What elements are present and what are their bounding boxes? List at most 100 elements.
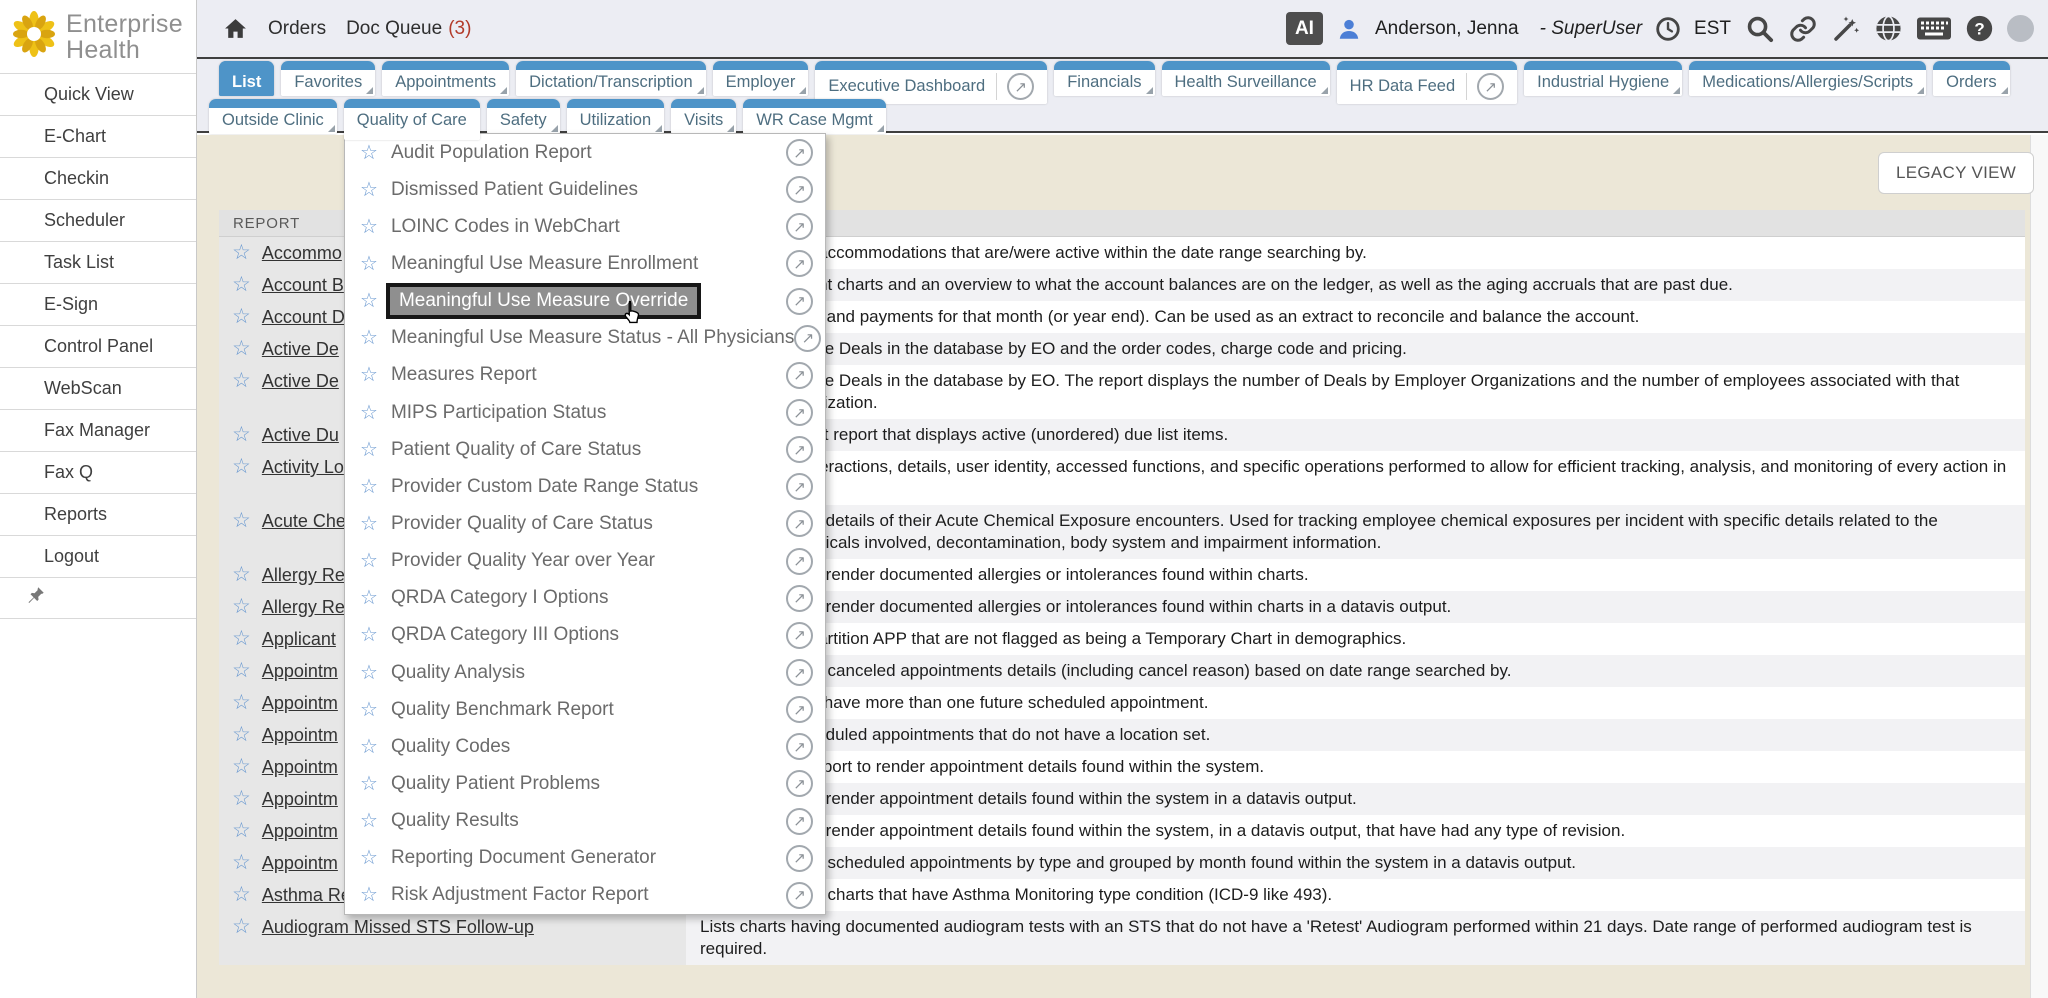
menu-item-loinc-codes-in-webchart[interactable]: ☆LOINC Codes in WebChart↗ bbox=[345, 208, 825, 245]
ai-badge[interactable]: AI bbox=[1286, 12, 1323, 45]
favorite-star-icon[interactable]: ☆ bbox=[232, 370, 251, 414]
menu-item-risk-adjustment-factor-report[interactable]: ☆Risk Adjustment Factor Report↗ bbox=[345, 877, 825, 914]
keyboard-icon[interactable] bbox=[1916, 15, 1952, 42]
favorite-star-icon[interactable]: ☆ bbox=[360, 179, 378, 201]
tab-favorites[interactable]: Favorites bbox=[281, 61, 375, 96]
report-link-accommo[interactable]: Accommo bbox=[262, 242, 342, 264]
report-link-account-d[interactable]: Account D bbox=[262, 306, 345, 328]
search-icon[interactable] bbox=[1744, 13, 1775, 44]
favorite-star-icon[interactable]: ☆ bbox=[232, 338, 251, 360]
favorite-star-icon[interactable]: ☆ bbox=[232, 820, 251, 842]
menu-item-quality-results[interactable]: ☆Quality Results↗ bbox=[345, 803, 825, 840]
menu-item-meaningful-use-measure-override[interactable]: ☆Meaningful Use Measure Override↗ bbox=[345, 283, 825, 320]
favorite-star-icon[interactable]: ☆ bbox=[360, 662, 378, 684]
tab-employer[interactable]: Employer bbox=[713, 61, 809, 96]
tab-list[interactable]: List bbox=[219, 61, 274, 96]
favorite-star-icon[interactable]: ☆ bbox=[360, 216, 378, 238]
open-report-icon[interactable]: ↗ bbox=[786, 845, 813, 872]
report-link-appointm[interactable]: Appointm bbox=[262, 724, 338, 746]
sidebar-item-quick-view[interactable]: Quick View bbox=[0, 73, 196, 115]
favorite-star-icon[interactable]: ☆ bbox=[360, 327, 378, 349]
report-link-appointm[interactable]: Appointm bbox=[262, 788, 338, 810]
breadcrumb-orders[interactable]: Orders bbox=[268, 18, 326, 40]
favorite-star-icon[interactable]: ☆ bbox=[232, 884, 251, 906]
report-link-appointm[interactable]: Appointm bbox=[262, 756, 338, 778]
sidebar-item-scheduler[interactable]: Scheduler bbox=[0, 199, 196, 241]
open-new-window-icon[interactable]: ↗ bbox=[1477, 73, 1504, 100]
menu-item-quality-codes[interactable]: ☆Quality Codes↗ bbox=[345, 728, 825, 765]
sidebar-item-fax-manager[interactable]: Fax Manager bbox=[0, 409, 196, 451]
open-report-icon[interactable]: ↗ bbox=[786, 213, 813, 240]
open-report-icon[interactable]: ↗ bbox=[786, 770, 813, 797]
tab-visits[interactable]: Visits bbox=[671, 99, 736, 134]
globe-icon[interactable] bbox=[1874, 14, 1903, 43]
favorite-star-icon[interactable]: ☆ bbox=[232, 628, 251, 650]
open-report-icon[interactable]: ↗ bbox=[786, 622, 813, 649]
favorite-star-icon[interactable]: ☆ bbox=[232, 564, 251, 586]
report-link-active-de[interactable]: Active De bbox=[262, 338, 339, 360]
open-report-icon[interactable]: ↗ bbox=[786, 362, 813, 389]
menu-item-patient-quality-of-care-status[interactable]: ☆Patient Quality of Care Status↗ bbox=[345, 431, 825, 468]
link-icon[interactable] bbox=[1788, 14, 1818, 44]
open-report-icon[interactable]: ↗ bbox=[786, 473, 813, 500]
favorite-star-icon[interactable]: ☆ bbox=[360, 884, 378, 906]
open-report-icon[interactable]: ↗ bbox=[786, 399, 813, 426]
favorite-star-icon[interactable]: ☆ bbox=[360, 253, 378, 275]
report-link-appointm[interactable]: Appointm bbox=[262, 852, 338, 874]
sidebar-item-fax-q[interactable]: Fax Q bbox=[0, 451, 196, 493]
open-new-window-icon[interactable]: ↗ bbox=[1007, 73, 1034, 100]
favorite-star-icon[interactable]: ☆ bbox=[360, 810, 378, 832]
favorite-star-icon[interactable]: ☆ bbox=[232, 724, 251, 746]
legacy-view-button[interactable]: LEGACY VIEW bbox=[1878, 152, 2034, 194]
menu-item-meaningful-use-measure-status-all-physicians[interactable]: ☆Meaningful Use Measure Status - All Phy… bbox=[345, 320, 825, 357]
report-link-activity-lo[interactable]: Activity Lo bbox=[262, 456, 344, 500]
tab-safety[interactable]: Safety bbox=[487, 99, 560, 134]
menu-item-mips-participation-status[interactable]: ☆MIPS Participation Status↗ bbox=[345, 394, 825, 431]
favorite-star-icon[interactable]: ☆ bbox=[360, 773, 378, 795]
tab-industrial-hygiene[interactable]: Industrial Hygiene bbox=[1524, 61, 1682, 96]
report-link-appointm[interactable]: Appointm bbox=[262, 660, 338, 682]
open-report-icon[interactable]: ↗ bbox=[786, 659, 813, 686]
menu-item-quality-benchmark-report[interactable]: ☆Quality Benchmark Report↗ bbox=[345, 691, 825, 728]
scrollbar-track[interactable] bbox=[2030, 135, 2048, 998]
favorite-star-icon[interactable]: ☆ bbox=[232, 242, 251, 264]
menu-item-dismissed-patient-guidelines[interactable]: ☆Dismissed Patient Guidelines↗ bbox=[345, 171, 825, 208]
sidebar-item-control-panel[interactable]: Control Panel bbox=[0, 325, 196, 367]
open-report-icon[interactable]: ↗ bbox=[786, 548, 813, 575]
open-report-icon[interactable]: ↗ bbox=[786, 733, 813, 760]
favorite-star-icon[interactable]: ☆ bbox=[232, 510, 251, 554]
magic-wand-icon[interactable] bbox=[1831, 14, 1861, 44]
favorite-star-icon[interactable]: ☆ bbox=[360, 736, 378, 758]
report-link-account-b[interactable]: Account B bbox=[262, 274, 344, 296]
tab-orders[interactable]: Orders bbox=[1933, 61, 2009, 96]
open-report-icon[interactable]: ↗ bbox=[786, 585, 813, 612]
favorite-star-icon[interactable]: ☆ bbox=[232, 756, 251, 778]
open-report-icon[interactable]: ↗ bbox=[794, 325, 821, 352]
open-report-icon[interactable]: ↗ bbox=[786, 882, 813, 909]
open-report-icon[interactable]: ↗ bbox=[786, 139, 813, 166]
tab-wr-case-mgmt[interactable]: WR Case Mgmt bbox=[743, 99, 885, 134]
favorite-star-icon[interactable]: ☆ bbox=[232, 692, 251, 714]
favorite-star-icon[interactable]: ☆ bbox=[360, 439, 378, 461]
menu-item-qrda-category-iii-options[interactable]: ☆QRDA Category III Options↗ bbox=[345, 617, 825, 654]
open-report-icon[interactable]: ↗ bbox=[786, 696, 813, 723]
open-report-icon[interactable]: ↗ bbox=[786, 250, 813, 277]
favorite-star-icon[interactable]: ☆ bbox=[360, 364, 378, 386]
favorite-star-icon[interactable]: ☆ bbox=[360, 476, 378, 498]
tab-health-surveillance[interactable]: Health Surveillance bbox=[1162, 61, 1330, 96]
breadcrumb-doc-queue[interactable]: Doc Queue(3) bbox=[346, 18, 471, 40]
menu-item-meaningful-use-measure-enrollment[interactable]: ☆Meaningful Use Measure Enrollment↗ bbox=[345, 245, 825, 282]
menu-item-provider-custom-date-range-status[interactable]: ☆Provider Custom Date Range Status↗ bbox=[345, 468, 825, 505]
report-link-allergy-re[interactable]: Allergy Re bbox=[262, 564, 345, 586]
favorite-star-icon[interactable]: ☆ bbox=[232, 596, 251, 618]
tab-financials[interactable]: Financials bbox=[1054, 61, 1154, 96]
favorite-star-icon[interactable]: ☆ bbox=[232, 456, 251, 500]
help-icon[interactable]: ? bbox=[1965, 14, 1994, 43]
tab-hr-data-feed[interactable]: HR Data Feed↗ bbox=[1337, 61, 1517, 104]
sidebar-item-e-chart[interactable]: E-Chart bbox=[0, 115, 196, 157]
sidebar-item-checkin[interactable]: Checkin bbox=[0, 157, 196, 199]
favorite-star-icon[interactable]: ☆ bbox=[232, 660, 251, 682]
sidebar-item-webscan[interactable]: WebScan bbox=[0, 367, 196, 409]
report-link-applicant[interactable]: Applicant bbox=[262, 628, 336, 650]
open-report-icon[interactable]: ↗ bbox=[786, 808, 813, 835]
